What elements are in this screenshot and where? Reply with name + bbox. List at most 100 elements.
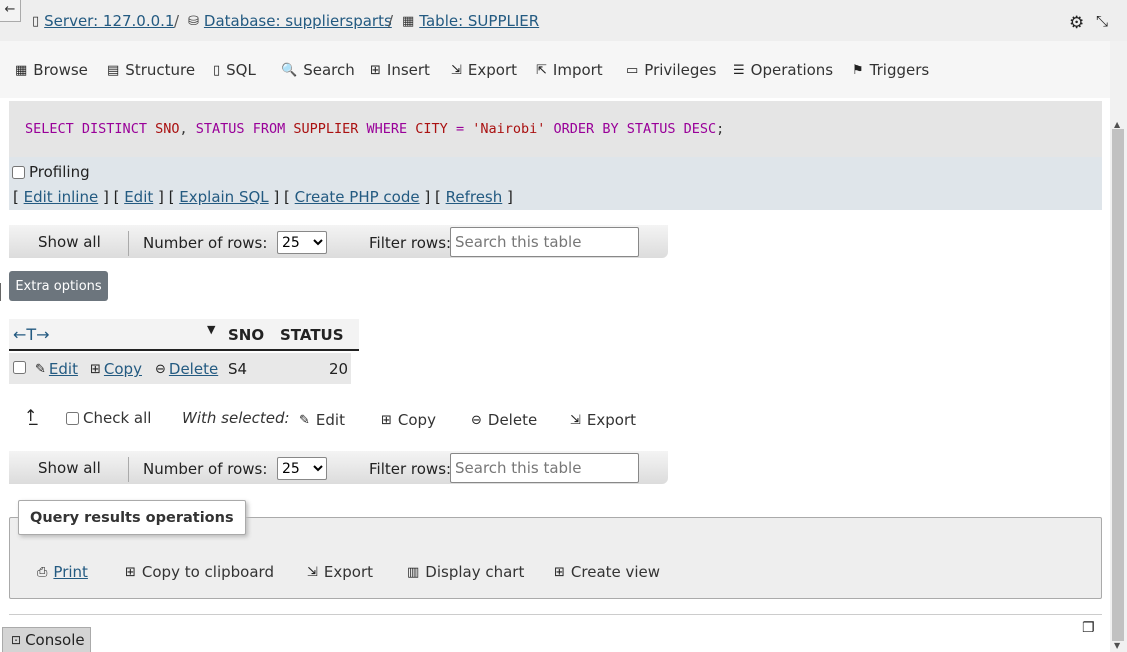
tab-insert[interactable]: ⊞ Insert	[370, 61, 430, 79]
breadcrumb-database[interactable]: ⛁ Database: suppliersparts	[188, 12, 392, 30]
profiling-option[interactable]: Profiling	[12, 163, 90, 181]
tab-sql[interactable]: ▯ SQL	[213, 61, 256, 79]
row-checkbox[interactable]	[13, 361, 26, 374]
result-table-header: ←T→ ▼ SNO STATUS	[9, 319, 359, 351]
copy-to-clipboard-button[interactable]: ⊞ Copy to clipboard	[125, 563, 274, 581]
copy-to-clipboard-label: Copy to clipboard	[141, 563, 274, 581]
console-tab[interactable]: ⊡ Console	[2, 627, 91, 652]
export-label: Export	[323, 563, 374, 581]
tab-structure[interactable]: ▤ Structure	[107, 61, 195, 79]
rows-select[interactable]: 25	[277, 231, 327, 254]
extra-options-button[interactable]: Extra options	[9, 271, 108, 301]
edit-inline-link[interactable]: Edit inline	[24, 188, 99, 206]
show-all-option[interactable]: Show all	[38, 459, 492, 477]
filter-rows-input[interactable]	[450, 227, 639, 257]
sql-keyword: DISTINCT	[81, 121, 147, 137]
console-icon: ⊡	[11, 633, 22, 647]
table-row: ✎ Edit ⊞ Copy ⊖ Delete S4 20	[9, 353, 351, 384]
navigation-bar-bottom: Show all Number of rows: 25 Filter rows:	[9, 451, 668, 484]
tab-triggers[interactable]: ⚑ Triggers	[852, 61, 929, 79]
selected-edit-button[interactable]: ✎ Edit	[299, 411, 345, 429]
export-button[interactable]: ⇲ Export	[307, 563, 373, 581]
server-icon: ▯	[32, 13, 40, 29]
flag-icon: ⚑	[852, 62, 864, 78]
sql-keyword: BY	[602, 121, 619, 137]
column-header-sno[interactable]: SNO	[228, 326, 264, 344]
column-header-status[interactable]: STATUS	[280, 326, 344, 344]
edge-marker	[0, 283, 3, 301]
column-arrows-icon[interactable]: ←T→	[13, 325, 50, 344]
gear-icon[interactable]: ⚙	[1069, 13, 1084, 33]
create-php-code-link[interactable]: Create PHP code	[295, 188, 420, 206]
tab-label: Triggers	[869, 61, 930, 79]
collapse-icon[interactable]: ⤡	[1096, 12, 1108, 30]
print-button[interactable]: ⎙ Print	[37, 563, 88, 581]
tab-search[interactable]: 🔍 Search	[281, 61, 355, 79]
divider	[128, 231, 129, 256]
row-delete-action[interactable]: ⊖ Delete	[155, 360, 218, 378]
vertical-scrollbar[interactable]: ▲ ▼	[1110, 41, 1127, 652]
tab-label: Structure	[125, 61, 196, 79]
display-chart-label: Display chart	[425, 563, 525, 581]
server-link[interactable]: Server: 127.0.0.1	[44, 12, 174, 30]
sql-query-box: SELECT DISTINCT SNO, STATUS FROM SUPPLIE…	[9, 101, 1102, 210]
show-all-label: Show all	[38, 459, 101, 477]
edit-link[interactable]: Edit	[124, 188, 153, 206]
sql-icon: ▯	[213, 62, 221, 78]
breadcrumb-table[interactable]: ▦ Table: SUPPLIER	[402, 12, 539, 30]
row-delete-link[interactable]: Delete	[169, 360, 218, 378]
row-copy-action[interactable]: ⊞ Copy	[90, 360, 142, 378]
row-copy-link[interactable]: Copy	[104, 360, 142, 378]
sql-query-text: SELECT DISTINCT SNO, STATUS FROM SUPPLIE…	[9, 101, 1102, 157]
tab-browse[interactable]: ▦ Browse	[15, 61, 88, 79]
tab-export[interactable]: ⇲ Export	[451, 61, 517, 79]
copy-icon: ⊞	[125, 564, 136, 580]
profiling-label: Profiling	[29, 163, 90, 181]
filter-rows-input[interactable]	[450, 453, 639, 483]
table-link[interactable]: Table: SUPPLIER	[419, 12, 539, 30]
print-link[interactable]: Print	[53, 563, 88, 581]
tab-privileges[interactable]: ▭ Privileges	[626, 61, 716, 79]
sql-keyword: ORDER	[553, 121, 595, 137]
filter-label: Filter rows:	[369, 460, 452, 478]
tab-label: Privileges	[644, 61, 717, 79]
tab-operations[interactable]: ☰ Operations	[733, 61, 833, 79]
profiling-checkbox[interactable]	[12, 165, 25, 179]
check-all-checkbox[interactable]	[66, 411, 79, 425]
database-link[interactable]: Database: suppliersparts	[204, 12, 392, 30]
check-all-option[interactable]: Check all	[66, 409, 151, 427]
sql-field: STATUS	[195, 121, 245, 137]
window-icon[interactable]: ❐	[1082, 620, 1095, 636]
row-edit-link[interactable]: Edit	[49, 360, 78, 378]
breadcrumb-server[interactable]: ▯ Server: 127.0.0.1	[32, 12, 174, 30]
selected-export-label: Export	[586, 411, 637, 429]
selected-delete-button[interactable]: ⊖ Delete	[471, 411, 537, 429]
selected-copy-button[interactable]: ⊞ Copy	[381, 411, 436, 429]
sql-string: 'Nairobi'	[472, 121, 546, 137]
back-arrow-icon[interactable]: ←	[0, 0, 21, 22]
query-results-operations-title: Query results operations	[18, 500, 246, 535]
arrow-ltr-icon: ↑̲̲̲	[24, 406, 38, 425]
refresh-link[interactable]: Refresh	[446, 188, 503, 206]
import-icon: ⇱	[536, 62, 547, 78]
display-chart-button[interactable]: ▥ Display chart	[407, 563, 524, 581]
scroll-up-icon[interactable]: ▲	[1114, 120, 1120, 129]
row-edit-action[interactable]: ✎ Edit	[35, 360, 78, 378]
rows-select[interactable]: 25	[277, 457, 327, 480]
scrollbar-thumb[interactable]	[1112, 129, 1124, 641]
copy-icon: ⊞	[90, 361, 101, 377]
scroll-down-icon[interactable]: ▼	[1114, 641, 1120, 650]
selected-export-button[interactable]: ⇲ Export	[570, 411, 636, 429]
sort-desc-icon[interactable]: ▼	[207, 323, 215, 336]
tab-import[interactable]: ⇱ Import	[536, 61, 603, 79]
browse-icon: ▦	[15, 62, 28, 78]
selected-delete-label: Delete	[487, 411, 538, 429]
delete-icon: ⊖	[155, 361, 166, 377]
create-view-button[interactable]: ⊞ Create view	[554, 563, 660, 581]
show-all-option[interactable]: Show all	[38, 233, 492, 251]
explain-sql-link[interactable]: Explain SQL	[179, 188, 268, 206]
sql-punct: ;	[716, 121, 725, 137]
rows-label: Number of rows:	[143, 234, 268, 252]
sql-links: [ Edit inline ] [ Edit ] [ Explain SQL ]…	[13, 188, 513, 206]
sql-operator: =	[455, 121, 465, 137]
